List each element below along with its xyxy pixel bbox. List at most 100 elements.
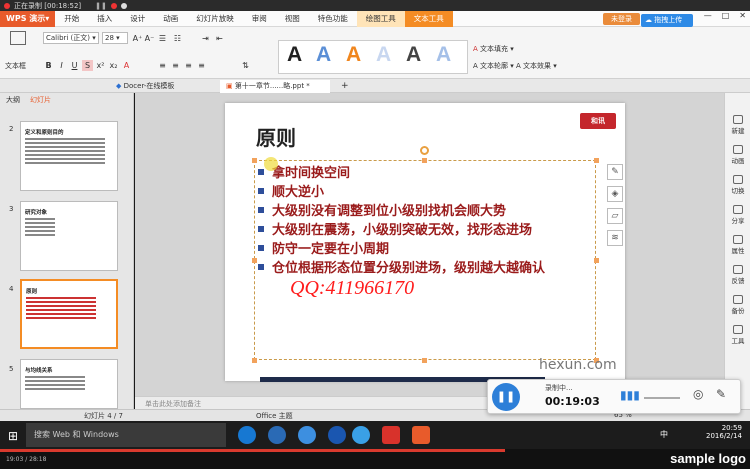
rp-properties[interactable]: 属性: [725, 235, 750, 255]
edge-icon[interactable]: [238, 426, 256, 444]
rp-new[interactable]: 新建: [725, 115, 750, 135]
text-style-3[interactable]: A: [346, 43, 361, 67]
tab-docer-template[interactable]: ◆ Docer-在线模板: [110, 80, 180, 93]
resize-handle[interactable]: [252, 358, 257, 363]
justify-icon[interactable]: ≡: [196, 60, 207, 71]
resize-handle[interactable]: [422, 158, 427, 163]
close-icon[interactable]: ✕: [739, 11, 746, 20]
text-style-6[interactable]: A: [436, 43, 451, 67]
text-style-4[interactable]: A: [376, 43, 391, 67]
textbox-label[interactable]: 文本框: [5, 61, 26, 71]
font-size-combo[interactable]: 28 ▾: [102, 32, 128, 44]
subscript-icon[interactable]: x₂: [108, 60, 119, 71]
text-style-5[interactable]: A: [406, 43, 421, 67]
outdent-icon[interactable]: ⇤: [214, 33, 225, 44]
pen-icon[interactable]: ✎: [716, 387, 726, 401]
bullet-item[interactable]: 大级别没有调整到位小级别找机会顺大势: [258, 200, 506, 219]
new-tab-button[interactable]: +: [335, 80, 355, 93]
superscript-icon[interactable]: x²: [95, 60, 106, 71]
tab-slides[interactable]: 幻灯片: [30, 95, 51, 105]
tab-start[interactable]: 开始: [55, 11, 88, 27]
outline-pen-icon[interactable]: ▱: [607, 208, 623, 224]
rp-feedback[interactable]: 反馈: [725, 265, 750, 285]
bullet-item[interactable]: 仓位根据形态位置分级别进场，级别越大越确认: [258, 257, 545, 276]
ime-indicator[interactable]: 中: [660, 429, 668, 440]
app-icon-2[interactable]: [298, 426, 316, 444]
fill-bucket-icon[interactable]: ◈: [607, 186, 623, 202]
rp-tools[interactable]: 工具: [725, 325, 750, 345]
windows-start-icon[interactable]: ⊞: [8, 429, 18, 443]
strike-icon[interactable]: S: [82, 60, 93, 71]
align-center-icon[interactable]: ≡: [170, 60, 181, 71]
text-style-1[interactable]: A: [287, 43, 302, 67]
rp-switch[interactable]: 切换: [725, 175, 750, 195]
tab-slideshow[interactable]: 幻灯片放映: [187, 11, 243, 27]
tab-animation[interactable]: 动画: [154, 11, 187, 27]
indent-icon[interactable]: ⇥: [200, 33, 211, 44]
slide-thumbnail-2[interactable]: 定义和原则目的: [20, 121, 118, 191]
font-color-icon[interactable]: A: [121, 60, 132, 71]
app-icon-3[interactable]: [328, 426, 346, 444]
italic-icon[interactable]: I: [56, 60, 67, 71]
text-style-2[interactable]: A: [316, 43, 331, 67]
font-shrink-icon[interactable]: A⁻: [144, 33, 155, 44]
app-icon-1[interactable]: [268, 426, 286, 444]
rp-share[interactable]: 分享: [725, 205, 750, 225]
video-progress-bar[interactable]: 19:03 / 28:18 sample logo: [0, 449, 750, 469]
pause-icon[interactable]: ❚❚: [95, 2, 107, 10]
minimize-icon[interactable]: —: [704, 11, 712, 20]
font-grow-icon[interactable]: A⁺: [132, 33, 143, 44]
tab-outline[interactable]: 大纲: [6, 95, 20, 105]
edit-shape-icon[interactable]: ✎: [607, 164, 623, 180]
layers-icon[interactable]: ≋: [607, 230, 623, 246]
pause-record-button[interactable]: ❚❚: [492, 383, 520, 411]
resize-handle[interactable]: [252, 258, 257, 263]
rotate-handle-icon[interactable]: [420, 146, 429, 155]
bullets-icon[interactable]: ☰: [157, 33, 168, 44]
bold-icon[interactable]: B: [43, 60, 54, 71]
text-outline-button[interactable]: A 文本轮廓 ▾: [473, 61, 514, 71]
align-left-icon[interactable]: ≡: [157, 60, 168, 71]
upload-button[interactable]: ☁ 拖拽上传: [641, 14, 693, 27]
slide-thumbnail-4[interactable]: 原则: [20, 279, 118, 349]
wps-writer-icon[interactable]: [382, 426, 400, 444]
text-fill-button[interactable]: A 文本填充 ▾: [473, 44, 514, 54]
underline-icon[interactable]: U: [69, 60, 80, 71]
tab-text-tools[interactable]: 文本工具: [404, 10, 453, 27]
webcam-icon[interactable]: ◎: [693, 387, 703, 401]
tab-drawing-tools[interactable]: 绘图工具: [356, 10, 405, 27]
login-button[interactable]: 未登录: [603, 13, 640, 25]
slide-thumbnail-3[interactable]: 研究对象: [20, 201, 118, 271]
tab-review[interactable]: 审阅: [243, 11, 276, 27]
maximize-icon[interactable]: □: [722, 11, 730, 20]
resize-handle[interactable]: [422, 358, 427, 363]
bullet-item[interactable]: 大级别在震荡，小级别突破无效，找形态进场: [258, 219, 532, 238]
taskbar-search[interactable]: 搜索 Web 和 Windows: [26, 423, 226, 447]
textbox-icon[interactable]: [10, 31, 26, 45]
bullet-item[interactable]: 防守一定要在小周期: [258, 238, 389, 257]
tab-insert[interactable]: 插入: [88, 11, 121, 27]
app-menu-button[interactable]: WPS 演示 ▾: [0, 10, 56, 27]
text-effect-button[interactable]: A 文本效果 ▾: [516, 61, 557, 71]
tab-design[interactable]: 设计: [121, 11, 154, 27]
slide-thumbnail-5[interactable]: 与均线关系: [20, 359, 118, 409]
slide-title[interactable]: 原则: [256, 122, 296, 151]
bullet-item[interactable]: 顺大逆小: [258, 181, 324, 200]
font-combo[interactable]: Calibri (正文) ▾: [43, 32, 99, 44]
app-icon-4[interactable]: [352, 426, 370, 444]
rp-backup[interactable]: 备份: [725, 295, 750, 315]
wps-presentation-icon[interactable]: [412, 426, 430, 444]
numbering-icon[interactable]: ☷: [172, 33, 183, 44]
mic-icon[interactable]: [120, 2, 127, 9]
stop-icon[interactable]: [110, 2, 117, 9]
tab-current-file[interactable]: ▣ 第十一章节......略.ppt *: [220, 80, 330, 93]
rp-animation[interactable]: 动画: [725, 145, 750, 165]
resize-handle[interactable]: [252, 158, 257, 163]
tab-features[interactable]: 特色功能: [309, 11, 357, 27]
align-right-icon[interactable]: ≡: [183, 60, 194, 71]
tab-view[interactable]: 视图: [276, 11, 309, 27]
resize-handle[interactable]: [594, 158, 599, 163]
volume-slider[interactable]: [644, 397, 680, 399]
text-direction-icon[interactable]: ⇅: [240, 60, 251, 71]
resize-handle[interactable]: [594, 258, 599, 263]
